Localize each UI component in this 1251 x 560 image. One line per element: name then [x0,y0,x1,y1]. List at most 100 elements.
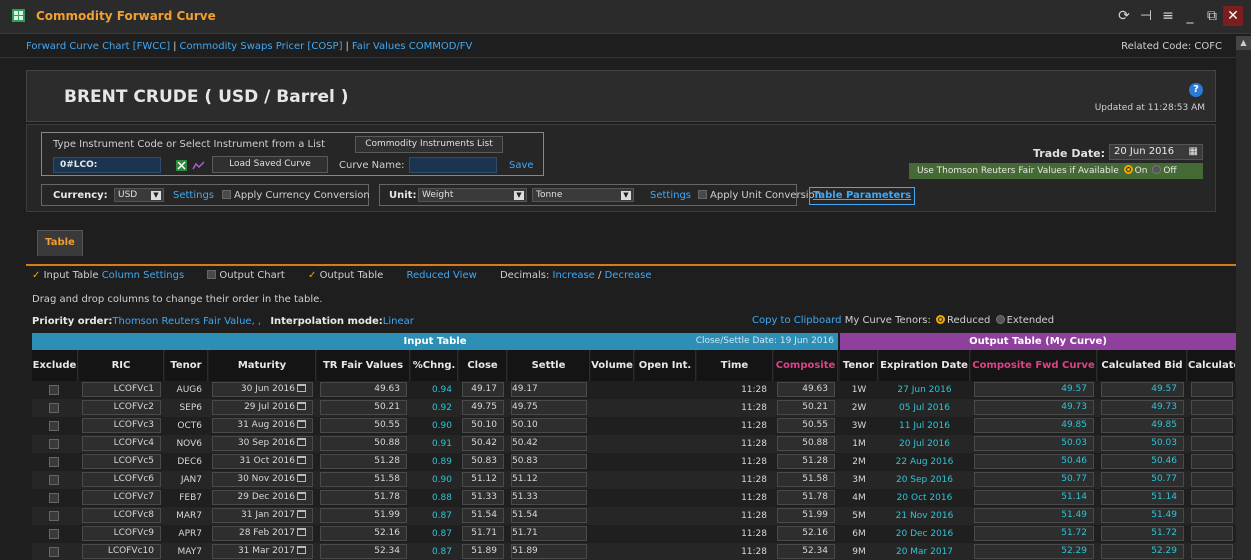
exclude-checkbox[interactable] [49,421,59,431]
close-cell[interactable]: 51.89 [462,544,504,559]
tr-fair-value-cell[interactable]: 50.55 [320,418,407,433]
radio-extended-label[interactable]: Extended [1007,315,1055,326]
settle-cell[interactable]: 51.89 [511,544,587,559]
exclude-checkbox[interactable] [49,511,59,521]
maturity-cell[interactable]: 31 Aug 2016 [212,418,313,433]
exclude-checkbox[interactable] [49,385,59,395]
output-chart-toggle[interactable]: Output Chart [207,270,285,281]
composite-cell[interactable]: 50.88 [777,436,835,451]
link-fair-values[interactable]: Fair Values COMMOD/FV [352,41,473,52]
excel-icon[interactable] [176,160,187,171]
maturity-cell[interactable]: 29 Jul 2016 [212,400,313,415]
vertical-scrollbar[interactable]: ▲ [1236,36,1251,560]
composite-fwd-curve-cell[interactable]: 51.14 [974,490,1094,505]
calculated-bid-cell[interactable]: 52.29 [1101,544,1184,559]
close-cell[interactable]: 49.75 [462,400,504,415]
column-header-open-int-[interactable]: Open Int. [635,350,696,381]
composite-cell[interactable]: 49.63 [777,382,835,397]
reduced-view-link[interactable]: Reduced View [407,270,477,281]
calculated-ask-cell[interactable] [1191,454,1233,469]
ric-cell[interactable]: LCOFVc7 [82,490,161,505]
column-header-close[interactable]: Close [459,350,507,381]
column-header-composite[interactable]: Composite [774,350,838,381]
maturity-cell[interactable]: 31 Jan 2017 [212,508,313,523]
settle-cell[interactable]: 50.10 [511,418,587,433]
ric-cell[interactable]: LCOFVc10 [82,544,161,559]
decimals-increase-link[interactable]: Increase [553,270,595,281]
scroll-up-icon[interactable]: ▲ [1236,36,1251,50]
exclude-checkbox[interactable] [49,493,59,503]
calculated-bid-cell[interactable]: 51.49 [1101,508,1184,523]
close-icon[interactable]: ✕ [1223,6,1243,26]
close-cell[interactable]: 51.33 [462,490,504,505]
ric-cell[interactable]: LCOFVc1 [82,382,161,397]
currency-settings-link[interactable]: Settings [173,190,214,201]
calculated-ask-cell[interactable] [1191,436,1233,451]
tr-fair-value-cell[interactable]: 51.28 [320,454,407,469]
settle-cell[interactable]: 49.75 [511,400,587,415]
unit-sub-select[interactable]: Tonne ▼ [532,188,634,202]
close-cell[interactable]: 51.12 [462,472,504,487]
composite-fwd-curve-cell[interactable]: 49.85 [974,418,1094,433]
tr-fair-value-cell[interactable]: 50.21 [320,400,407,415]
column-header-expiration-date[interactable]: Expiration Date [879,350,970,381]
close-cell[interactable]: 50.83 [462,454,504,469]
radio-reduced[interactable] [936,315,946,324]
settle-cell[interactable]: 51.12 [511,472,587,487]
column-header-calculate[interactable]: Calculate [1188,350,1236,381]
restore-icon[interactable]: ⧉ [1201,6,1223,26]
refresh-icon[interactable]: ⟳ [1113,6,1135,26]
column-header-time[interactable]: Time [697,350,773,381]
tr-fair-value-cell[interactable]: 52.34 [320,544,407,559]
composite-cell[interactable]: 52.34 [777,544,835,559]
tr-fair-value-cell[interactable]: 51.78 [320,490,407,505]
calculated-bid-cell[interactable]: 51.14 [1101,490,1184,505]
radio-reduced-label[interactable]: Reduced [947,315,990,326]
calendar-icon[interactable] [297,402,306,410]
instrument-code-input[interactable]: 0#LCO: [53,157,161,173]
tr-fair-value-cell[interactable]: 51.99 [320,508,407,523]
composite-cell[interactable]: 51.99 [777,508,835,523]
calculated-bid-cell[interactable]: 51.72 [1101,526,1184,541]
exclude-checkbox[interactable] [49,403,59,413]
chart-icon[interactable] [192,160,205,171]
composite-cell[interactable]: 52.16 [777,526,835,541]
maturity-cell[interactable]: 31 Oct 2016 [212,454,313,469]
checkbox-icon[interactable] [222,190,231,199]
settle-cell[interactable]: 51.54 [511,508,587,523]
checkbox-icon[interactable] [207,270,217,279]
composite-fwd-curve-cell[interactable]: 51.49 [974,508,1094,523]
exclude-checkbox[interactable] [49,457,59,467]
column-header-tr-fair-values[interactable]: TR Fair Values [317,350,410,381]
exclude-checkbox[interactable] [49,547,59,557]
composite-cell[interactable]: 50.21 [777,400,835,415]
maturity-cell[interactable]: 29 Dec 2016 [212,490,313,505]
calendar-icon[interactable] [297,546,306,554]
table-parameters-button[interactable]: Table Parameters [809,187,915,205]
currency-select[interactable]: USD ▼ [114,188,164,202]
ric-cell[interactable]: LCOFVc8 [82,508,161,523]
calendar-icon[interactable] [297,420,306,428]
composite-fwd-curve-cell[interactable]: 50.03 [974,436,1094,451]
copy-to-clipboard-link[interactable]: Copy to Clipboard [752,315,842,326]
link-fwcc[interactable]: Forward Curve Chart [FWCC] [26,41,170,52]
unit-settings-link[interactable]: Settings [650,190,691,201]
calendar-icon[interactable] [297,492,306,500]
output-table-toggle[interactable]: ✓ Output Table [308,270,383,281]
close-cell[interactable]: 50.10 [462,418,504,433]
calculated-ask-cell[interactable] [1191,526,1233,541]
radio-extended[interactable] [995,315,1005,324]
close-cell[interactable]: 51.54 [462,508,504,523]
settle-cell[interactable]: 50.83 [511,454,587,469]
curve-name-input[interactable] [409,157,497,173]
minimize-icon[interactable]: _ [1179,6,1201,26]
instruments-list-button[interactable]: Commodity Instruments List [355,136,503,153]
maturity-cell[interactable]: 30 Nov 2016 [212,472,313,487]
calendar-icon[interactable] [297,510,306,518]
radio-off-label[interactable]: Off [1163,166,1176,176]
radio-off[interactable] [1152,165,1162,174]
ric-cell[interactable]: LCOFVc9 [82,526,161,541]
composite-cell[interactable]: 51.78 [777,490,835,505]
composite-fwd-curve-cell[interactable]: 49.57 [974,382,1094,397]
menu-icon[interactable]: ≡ [1157,6,1179,26]
